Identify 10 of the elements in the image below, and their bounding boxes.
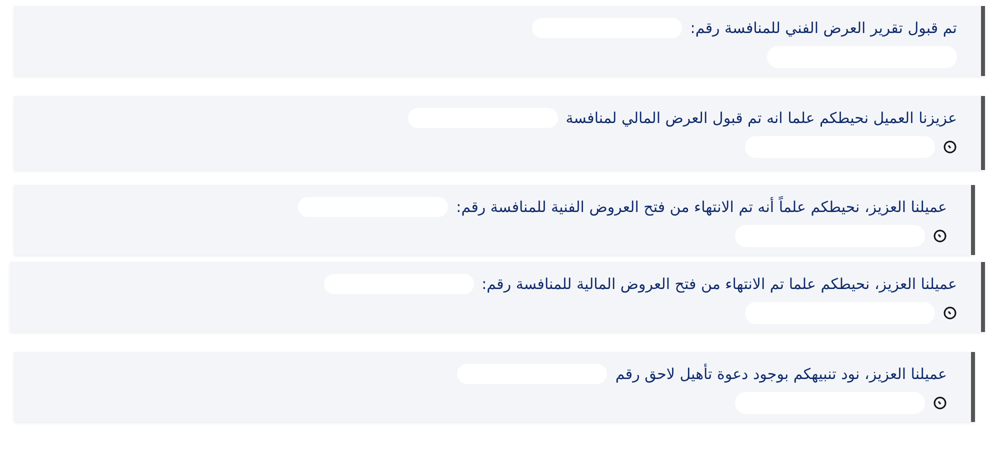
notification-card[interactable]: عميلنا العزيز، نود تنبيهكم بوجود دعوة تأهيل لاحق رقم: [14, 352, 975, 422]
notification-card[interactable]: عميلنا العزيز، نحيطكم علما تم الانتهاء من فتح العروض المالية للمنافسة رقم:: [10, 262, 985, 332]
notification-message: عميلنا العزيز، نحيطكم علماً أنه تم الانتهاء من فتح العروض الفنية للمنافسة رقم:: [456, 198, 947, 216]
notification-message: عزيزنا العميل نحيطكم علما انه تم قبول العرض المالي لمنافسة: [566, 109, 957, 127]
notification-card[interactable]: عزيزنا العميل نحيطكم علما انه تم قبول العرض المالي لمنافسة: [14, 96, 985, 170]
notification-card[interactable]: تم قبول تقرير العرض الفني للمنافسة رقم:: [14, 6, 985, 76]
notification-card[interactable]: عميلنا العزيز، نحيطكم علماً أنه تم الانتهاء من فتح العروض الفنية للمنافسة رقم:: [14, 185, 975, 255]
notification-message: عميلنا العزيز، نود تنبيهكم بوجود دعوة تأهيل لاحق رقم: [615, 365, 947, 383]
notification-message: عميلنا العزيز، نحيطكم علما تم الانتهاء من فتح العروض المالية للمنافسة رقم:: [482, 275, 957, 293]
notification-message: تم قبول تقرير العرض الفني للمنافسة رقم:: [690, 19, 957, 37]
